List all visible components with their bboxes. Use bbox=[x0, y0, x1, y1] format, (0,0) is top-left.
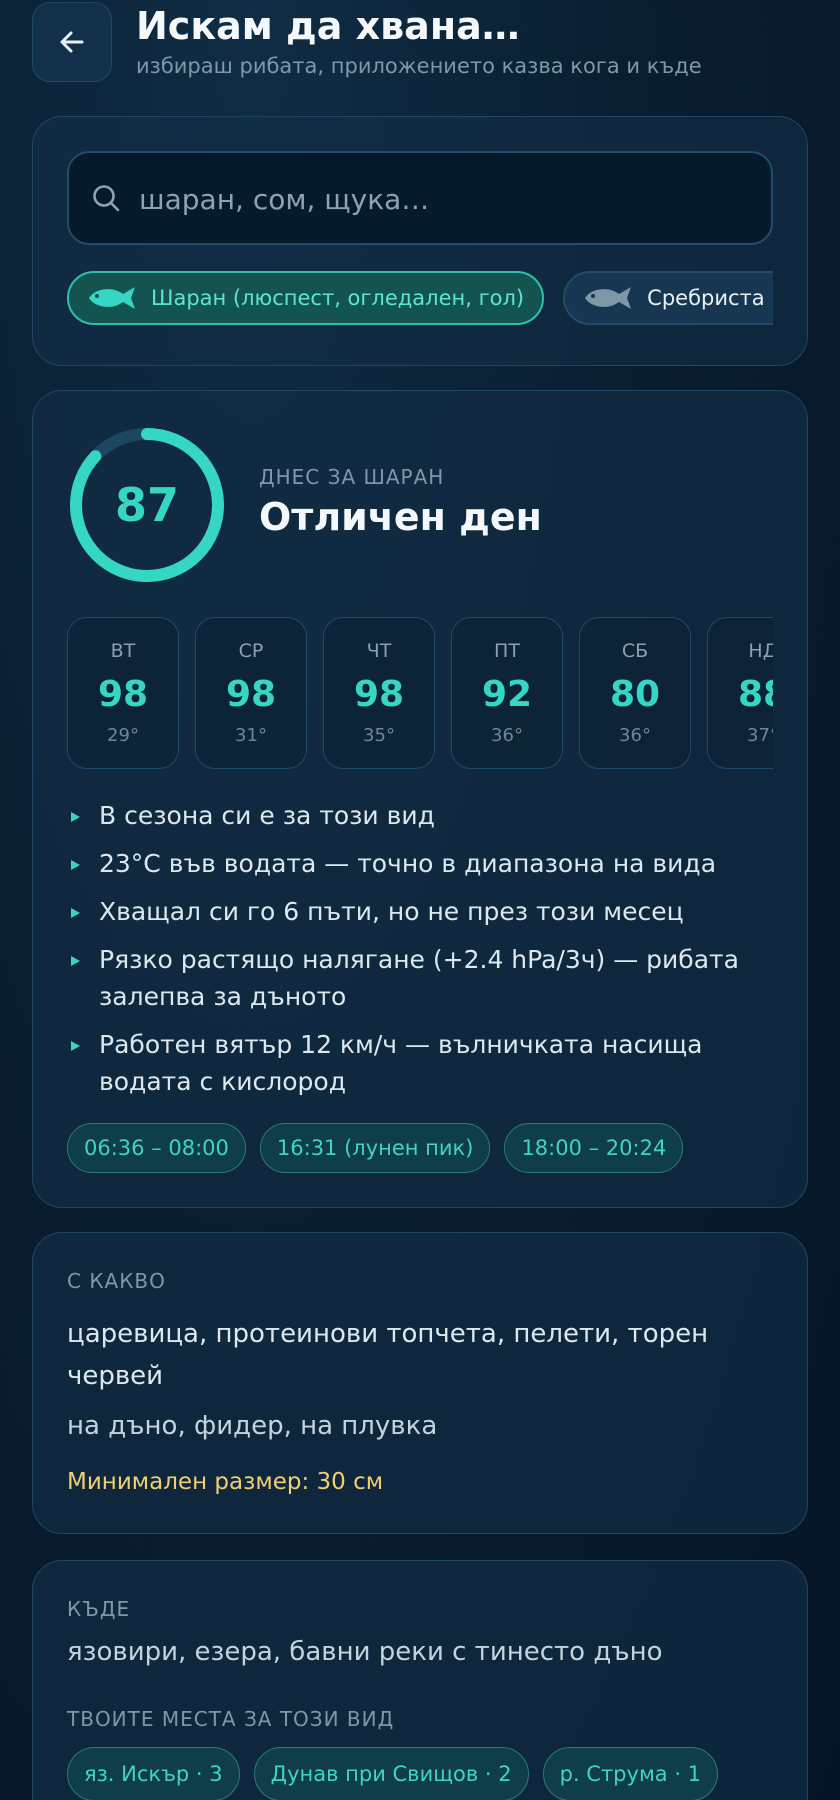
where-section-label: КЪДЕ bbox=[67, 1597, 131, 1621]
spot-pill[interactable]: р. Струма · 1 bbox=[542, 1747, 719, 1800]
day-name: СР bbox=[238, 640, 264, 662]
search-box bbox=[67, 151, 773, 245]
day-score: 92 bbox=[481, 674, 533, 715]
day-name: ПТ bbox=[494, 640, 520, 662]
day-name: СБ bbox=[621, 640, 649, 662]
page-title: Искам да хвана… bbox=[136, 4, 520, 48]
list-item: В сезона си е за този вид bbox=[67, 797, 767, 834]
forecast-day[interactable]: ЧТ 98 35° bbox=[323, 617, 435, 769]
species-chips: Шаран (люспест, огледален, гол) Сребрист… bbox=[67, 271, 773, 327]
bullet-icon bbox=[71, 1041, 80, 1051]
reason-text: В сезона си е за този вид bbox=[99, 801, 435, 830]
header: Искам да хвана… избираш рибата, приложен… bbox=[32, 2, 808, 82]
search-input[interactable] bbox=[139, 171, 749, 227]
species-chip-silver-carp[interactable]: Сребриста каракуда bbox=[563, 271, 773, 325]
bait-section-label: С КАКВО bbox=[67, 1269, 166, 1293]
day-score: 80 bbox=[609, 674, 661, 715]
day-temp: 36° bbox=[491, 725, 523, 746]
reason-text: Работен вятър 12 км/ч — вълничката насищ… bbox=[99, 1030, 703, 1096]
forecast-day[interactable]: НД 88 37° bbox=[707, 617, 773, 769]
fish-icon bbox=[89, 287, 135, 309]
spots-list: яз. Искър · 3 Дунав при Свищов · 2 р. Стру… bbox=[67, 1747, 732, 1800]
day-temp: 35° bbox=[363, 725, 395, 746]
list-item: Рязко растящо налягане (+2.4 hPa/3ч) — р… bbox=[67, 941, 767, 1015]
bullet-icon bbox=[71, 908, 80, 918]
species-chip-carp[interactable]: Шаран (люспест, огледален, гол) bbox=[67, 271, 545, 325]
bait-list: царевица, протеинови топчета, пелети, то… bbox=[67, 1319, 709, 1391]
reasons-list: В сезона си е за този вид 23°C във водат… bbox=[67, 797, 767, 1111]
day-name: ВТ bbox=[110, 640, 136, 662]
bait-methods: на дъно, фидер, на плувка bbox=[67, 1411, 438, 1441]
search-icon bbox=[93, 185, 120, 212]
time-windows: 06:36 – 08:00 16:31 (лунен пик) 18:00 – 20… bbox=[67, 1123, 697, 1173]
day-temp: 31° bbox=[235, 725, 267, 746]
score-label: ДНЕС ЗА ШАРАН bbox=[259, 465, 445, 489]
bullet-icon bbox=[71, 860, 80, 870]
time-window-pill[interactable]: 06:36 – 08:00 bbox=[67, 1123, 246, 1173]
day-score: 88 bbox=[737, 674, 773, 715]
spot-pill[interactable]: Дунав при Свищов · 2 bbox=[253, 1747, 529, 1800]
day-score: 98 bbox=[225, 674, 277, 715]
where-card: КЪДЕ язовири, езера, бавни реки с тинест… bbox=[32, 1560, 808, 1800]
spots-section-label: ТВОИТЕ МЕСТА ЗА ТОЗИ ВИД bbox=[67, 1707, 395, 1731]
time-window-pill[interactable]: 16:31 (лунен пик) bbox=[259, 1123, 491, 1173]
list-item: Работен вятър 12 км/ч — вълничката насищ… bbox=[67, 1026, 767, 1100]
chip-label: Сребриста каракуда bbox=[647, 286, 773, 310]
day-score: 98 bbox=[97, 674, 149, 715]
score-value: 87 bbox=[114, 478, 179, 532]
bait-card: С КАКВО царевица, протеинови топчета, пе… bbox=[32, 1232, 808, 1534]
score-title: Отличен ден bbox=[259, 495, 542, 539]
day-temp: 37° bbox=[747, 725, 773, 746]
bullet-icon bbox=[71, 956, 80, 966]
arrow-left-icon bbox=[60, 31, 84, 53]
day-name: НД bbox=[748, 640, 773, 662]
today-score-card: 87 ДНЕС ЗА ШАРАН Отличен ден ВТ 98 29° С… bbox=[32, 390, 808, 1208]
fish-icon bbox=[585, 287, 632, 309]
back-button[interactable] bbox=[32, 2, 112, 82]
reason-text: 23°C във водата — точно в диапазона на в… bbox=[99, 849, 717, 878]
time-window-pill[interactable]: 18:00 – 20:24 bbox=[504, 1123, 684, 1173]
chip-label: Шаран (люспест, огледален, гол) bbox=[151, 286, 525, 310]
day-score: 98 bbox=[353, 674, 405, 715]
forecast-day[interactable]: СР 98 31° bbox=[195, 617, 307, 769]
min-size-note: Минимален размер: 30 см bbox=[67, 1469, 384, 1495]
forecast-day[interactable]: СБ 80 36° bbox=[579, 617, 691, 769]
list-item: Хващал си го 6 пъти, но не през този мес… bbox=[67, 893, 767, 930]
forecast-days: ВТ 98 29° СР 98 31° ЧТ 98 35° ПТ 92 36° … bbox=[67, 617, 773, 769]
species-search-card: Шаран (люспест, огледален, гол) Сребрист… bbox=[32, 116, 808, 366]
spot-pill[interactable]: яз. Искър · 3 bbox=[67, 1747, 240, 1800]
forecast-day[interactable]: ПТ 92 36° bbox=[451, 617, 563, 769]
list-item: 23°C във водата — точно в диапазона на в… bbox=[67, 845, 767, 882]
habitat-text: язовири, езера, бавни реки с тинесто дън… bbox=[67, 1637, 663, 1667]
forecast-day[interactable]: ВТ 98 29° bbox=[67, 617, 179, 769]
day-name: ЧТ bbox=[366, 640, 392, 662]
day-temp: 36° bbox=[619, 725, 651, 746]
page-subtitle: избираш рибата, приложението казва кога … bbox=[136, 54, 702, 78]
reason-text: Рязко растящо налягане (+2.4 hPa/3ч) — р… bbox=[99, 945, 739, 1011]
bullet-icon bbox=[71, 812, 80, 822]
reason-text: Хващал си го 6 пъти, но не през този мес… bbox=[99, 897, 684, 926]
day-temp: 29° bbox=[107, 725, 139, 746]
